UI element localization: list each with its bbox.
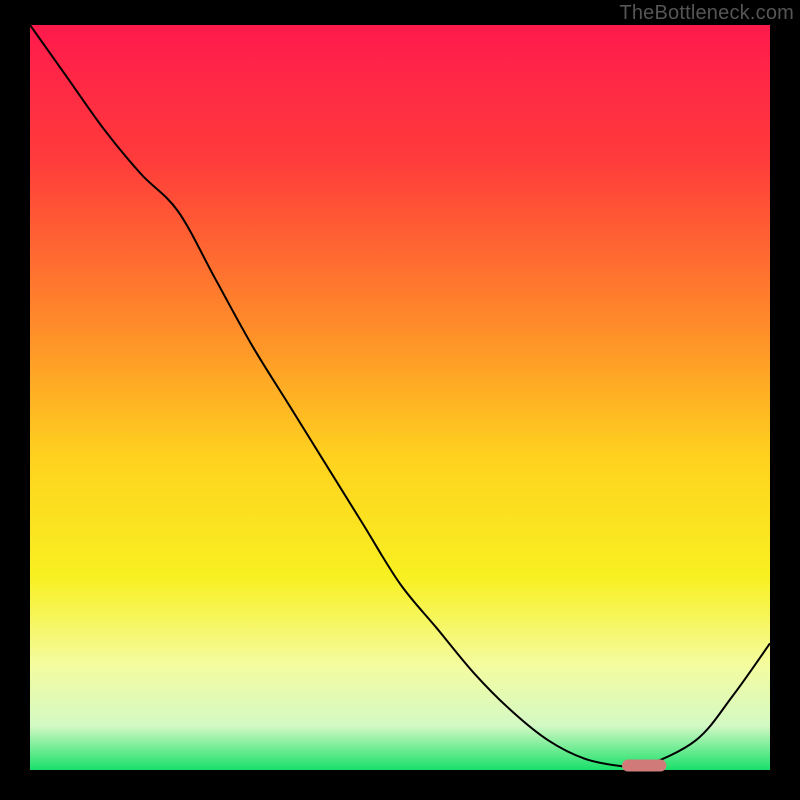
optimal-marker: [622, 760, 666, 772]
watermark-text: TheBottleneck.com: [619, 2, 794, 25]
bottleneck-chart: [0, 0, 800, 800]
plot-background: [30, 25, 770, 770]
